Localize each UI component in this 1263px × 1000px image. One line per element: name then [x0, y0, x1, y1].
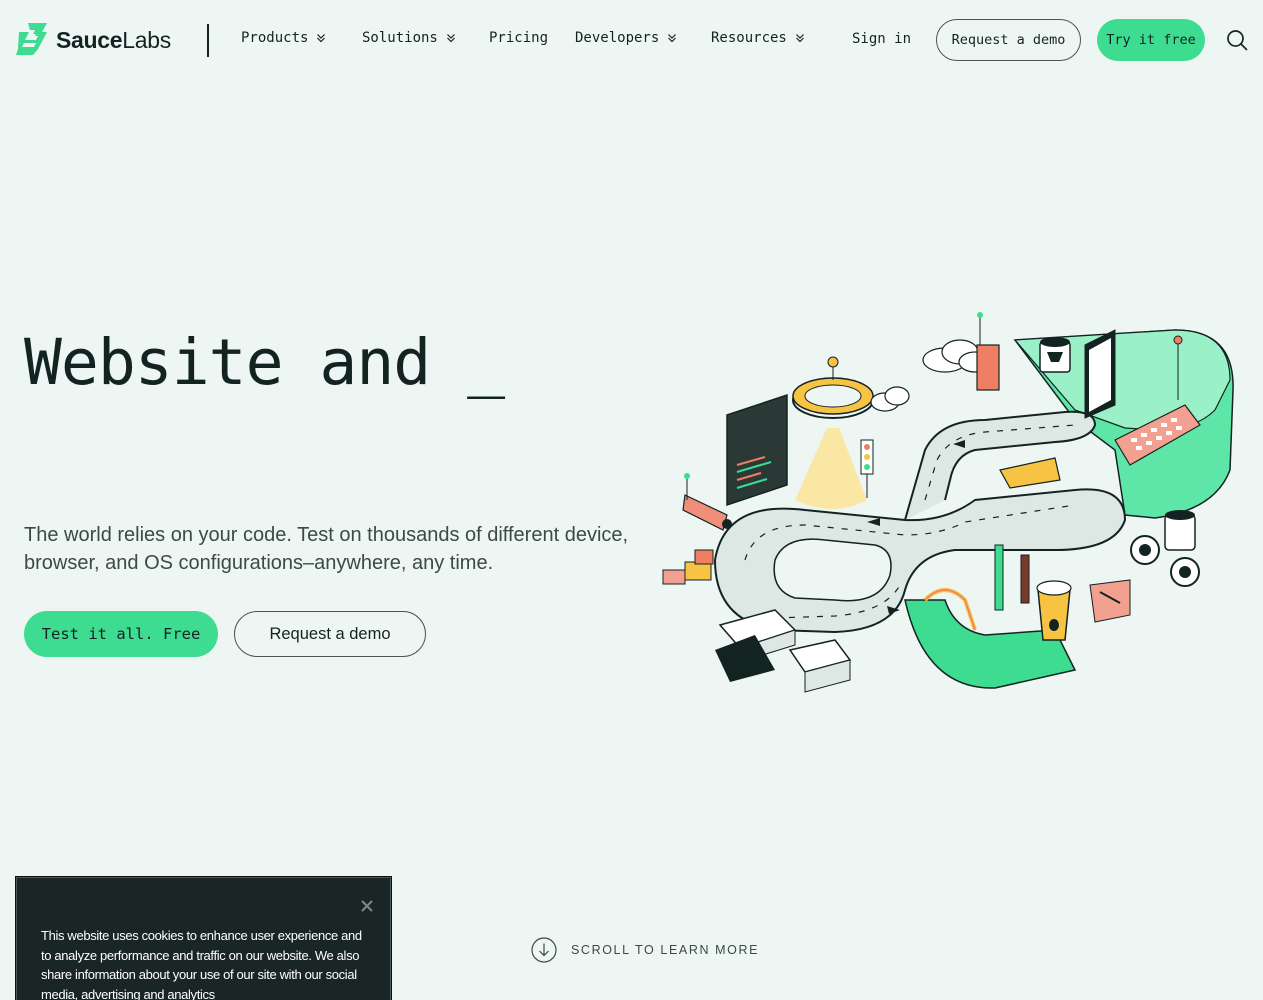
sign-in-link[interactable]: Sign in — [852, 31, 911, 47]
request-demo-button[interactable]: Request a demo — [936, 19, 1081, 61]
arrow-down-circle-icon — [531, 937, 557, 963]
nav-solutions-label: Solutions — [362, 30, 438, 46]
hero-request-demo-button[interactable]: Request a demo — [234, 611, 426, 657]
hero-subtitle: The world relies on your code. Test on t… — [24, 524, 629, 574]
nav-resources[interactable]: Resources — [711, 30, 805, 46]
close-icon[interactable] — [360, 899, 374, 913]
chevron-down-icon — [668, 34, 677, 43]
logo-wordmark: SauceLabs — [56, 26, 171, 53]
site-header: SauceLabs Products Solutions Pricing Dev… — [0, 0, 1263, 80]
search-icon[interactable] — [1226, 29, 1248, 51]
cookie-banner-text: This website uses cookies to enhance use… — [41, 928, 362, 1000]
try-free-button[interactable]: Try it free — [1097, 19, 1205, 61]
scroll-hint[interactable]: SCROLL TO LEARN MORE — [531, 937, 759, 963]
saucelabs-logo-icon — [16, 23, 47, 55]
nav-developers[interactable]: Developers — [575, 30, 677, 46]
scroll-hint-label: SCROLL TO LEARN MORE — [571, 943, 760, 957]
test-free-button[interactable]: Test it all. Free — [24, 611, 218, 657]
chevron-down-icon — [795, 34, 804, 43]
header-divider — [207, 24, 209, 57]
chevron-down-icon — [317, 34, 326, 43]
nav-solutions[interactable]: Solutions — [362, 30, 456, 46]
nav-resources-label: Resources — [711, 30, 787, 46]
saucelabs-logo[interactable]: SauceLabs — [16, 22, 171, 56]
nav-products-label: Products — [241, 30, 309, 46]
hero-illustration — [662, 312, 1234, 693]
hero-title: Website and _ — [24, 326, 505, 399]
nav-pricing[interactable]: Pricing — [489, 30, 548, 46]
nav-developers-label: Developers — [575, 30, 660, 46]
nav-pricing-label: Pricing — [489, 30, 549, 46]
nav-products[interactable]: Products — [241, 30, 326, 46]
cookie-banner: This website uses cookies to enhance use… — [16, 877, 391, 1000]
chevron-down-icon — [446, 34, 455, 43]
